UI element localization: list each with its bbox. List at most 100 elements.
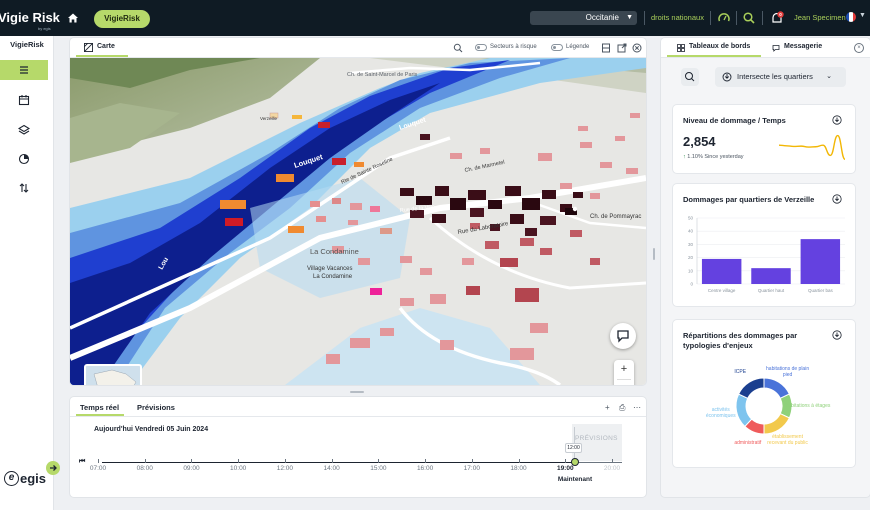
donut-label: activités économiques: [705, 407, 736, 420]
left-nav: VigieRisk: [0, 36, 60, 510]
timeline-hour-label[interactable]: 10:00: [226, 465, 250, 472]
home-icon[interactable]: [66, 11, 80, 25]
menu-icon: [20, 66, 28, 74]
timeline-tabs: Temps réel Prévisions + ⎙ ⋯: [70, 397, 646, 417]
tab-forecast[interactable]: Prévisions: [137, 403, 175, 412]
x-tick-label: Quartier bas: [808, 288, 834, 293]
map-toolbar: Carte Secteurs à risque Légende: [70, 38, 646, 58]
forecast-zone-label: PRÉVISIONS: [575, 435, 618, 442]
timeline-hour-label[interactable]: 20:00: [600, 465, 624, 472]
chevron-down-icon[interactable]: ▼: [859, 12, 866, 19]
tab-dashboards[interactable]: Tableaux de bords: [689, 43, 750, 50]
pie-chart-card: Répartitions des dommages par typologies…: [673, 320, 855, 467]
chat-button[interactable]: [610, 323, 636, 349]
dashboard-icon: [677, 44, 685, 52]
search-icon[interactable]: [453, 43, 463, 53]
gauge-icon[interactable]: [717, 11, 731, 25]
timeline-tick: [98, 459, 99, 463]
download-icon[interactable]: [832, 115, 842, 125]
resize-handle[interactable]: [350, 391, 364, 393]
timeline-hour-label[interactable]: 16:00: [413, 465, 437, 472]
timeline-hour-label[interactable]: 07:00: [86, 465, 110, 472]
map-canvas[interactable]: Ch. de Saint-Marcel de Paris Louquet Lou…: [70, 58, 646, 385]
timeline-hour-label[interactable]: 17:00: [460, 465, 484, 472]
kpi-delta-text: 1.10% Since yesterday: [687, 154, 744, 160]
calendar-icon: [18, 95, 30, 106]
divider: [710, 11, 711, 25]
nav-item-dashboard[interactable]: [0, 60, 48, 80]
nav-item-analytics[interactable]: [0, 149, 48, 169]
tab-realtime[interactable]: Temps réel: [80, 403, 119, 412]
search-icon[interactable]: [742, 11, 756, 25]
timeline-tick: [612, 459, 613, 463]
tab-messages[interactable]: Messagerie: [784, 43, 822, 50]
active-tab-indicator: [76, 414, 124, 416]
user-name[interactable]: Jean Specimen: [794, 13, 846, 22]
more-options-icon[interactable]: ⋯: [633, 403, 641, 412]
divider: [736, 11, 737, 25]
egis-mark-icon: e: [4, 471, 19, 486]
download-icon[interactable]: [832, 194, 842, 204]
close-icon[interactable]: ×: [854, 43, 864, 53]
y-tick-label: 50: [688, 216, 694, 221]
timeline-hour-label[interactable]: 14:00: [320, 465, 344, 472]
donut-label: établissement recevant du public: [767, 433, 808, 446]
app-switch-button[interactable]: VigieRisk: [94, 10, 150, 28]
timeline-handle[interactable]: [571, 458, 579, 466]
timeline-tick: [425, 459, 427, 463]
brand-name: Vigie Risk: [0, 10, 60, 25]
donut-label: administratif: [734, 440, 762, 447]
timeline-hour-label[interactable]: 09:00: [179, 465, 203, 472]
add-icon[interactable]: +: [605, 403, 610, 412]
map-label: Verzeille: [260, 116, 278, 121]
brand-by: by egis: [38, 26, 51, 31]
kpi-value: 2,854: [683, 134, 716, 149]
dashboard-tabs: Tableaux de bords Messagerie ×: [661, 38, 870, 58]
timeline-hour-label[interactable]: 15:00: [366, 465, 390, 472]
timeline-hour-label[interactable]: 08:00: [133, 465, 157, 472]
filter-button[interactable]: [681, 68, 699, 86]
language-flag-icon[interactable]: [846, 12, 856, 22]
nav-item-sort[interactable]: [0, 178, 48, 198]
notifications-icon[interactable]: 0: [770, 11, 784, 25]
timeline-hour-label[interactable]: 12:00: [273, 465, 297, 472]
timeline-hour-label[interactable]: 19:00: [553, 465, 577, 472]
map-panel: Carte Secteurs à risque Légende Ch. de S…: [70, 38, 646, 385]
bar: [701, 258, 742, 284]
flood-map[interactable]: Ch. de Saint-Marcel de Paris Louquet Lou…: [70, 58, 646, 385]
timeline-tick: [471, 459, 473, 463]
rights-label: droits nationaux: [651, 13, 704, 22]
map-label: Ch. de Pommayrac: [590, 214, 641, 220]
open-external-icon[interactable]: [617, 43, 627, 53]
region-select[interactable]: Occitanie ▼: [530, 11, 637, 25]
timeline-tick: [238, 459, 240, 463]
timeline-tick: [191, 459, 193, 463]
x-tick-label: Quartier haut: [758, 288, 785, 293]
sort-arrows-icon: [19, 183, 29, 193]
filter-select[interactable]: Intersecte les quartiers ⌄: [715, 67, 846, 87]
minimap[interactable]: [84, 364, 142, 385]
resize-handle[interactable]: [653, 248, 655, 260]
zoom-control: + −: [614, 360, 634, 385]
donut-label: habitations à étages: [785, 403, 831, 409]
timeline-hour-label[interactable]: 18:00: [507, 465, 531, 472]
risk-sectors-toggle[interactable]: [475, 44, 487, 51]
nav-item-layers[interactable]: [0, 120, 48, 140]
nav-item-calendar[interactable]: [0, 90, 48, 110]
close-circle-icon[interactable]: [632, 43, 642, 53]
brand-logo: Vigie Risk by egis: [0, 0, 60, 36]
print-icon[interactable]: ⎙: [619, 403, 625, 413]
pie-chart-icon: [18, 153, 30, 165]
donut-label: habitations de plain pied: [766, 366, 810, 379]
skip-to-start-icon[interactable]: ⏮: [79, 458, 85, 466]
y-tick-label: 30: [688, 242, 694, 247]
nav-title: VigieRisk: [10, 40, 44, 49]
map-pin-filter-icon: [685, 72, 695, 82]
zoom-in-button[interactable]: +: [614, 360, 634, 379]
timeline-panel: Temps réel Prévisions + ⎙ ⋯ Aujourd'hui …: [70, 397, 646, 497]
timeline-tick: [518, 459, 520, 463]
y-tick-label: 10: [688, 268, 694, 273]
tab-map[interactable]: Carte: [97, 43, 115, 50]
print-icon[interactable]: [601, 43, 611, 53]
legend-toggle[interactable]: [551, 44, 563, 51]
